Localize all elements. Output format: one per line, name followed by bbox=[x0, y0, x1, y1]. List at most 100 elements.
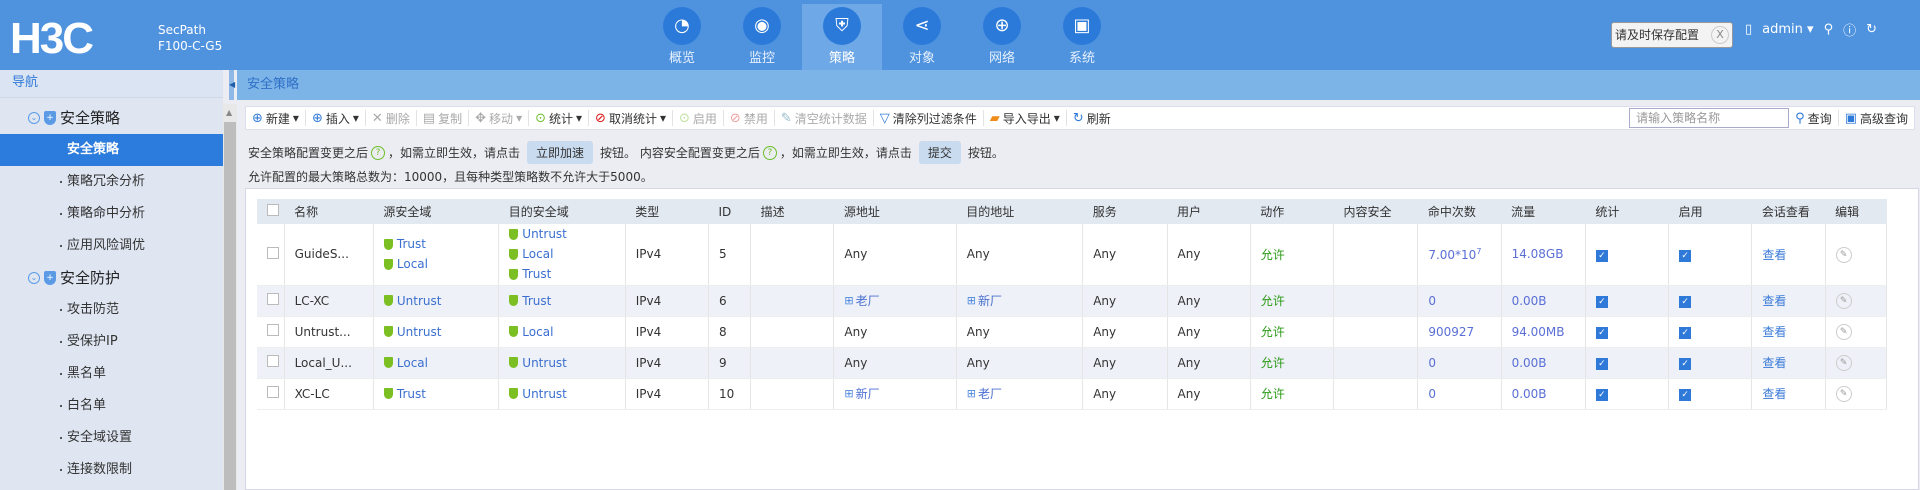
tab-3[interactable]: ⋖ 对象 bbox=[882, 4, 962, 70]
address-group-link[interactable]: ⊞ 老厂 bbox=[844, 292, 955, 309]
logout-icon[interactable]: ↻ bbox=[1866, 22, 1877, 37]
traffic-value[interactable]: 14.08GB bbox=[1512, 247, 1564, 261]
column-header[interactable] bbox=[257, 199, 285, 224]
sidebar-item[interactable]: 黑名单 bbox=[0, 358, 223, 390]
hit-count[interactable]: 7.00*10 bbox=[1428, 248, 1476, 262]
row-checkbox[interactable] bbox=[267, 386, 279, 398]
clear-filter-button[interactable]: ▽ 清除列过滤条件 bbox=[874, 110, 984, 126]
refresh-button[interactable]: ↻ 刷新 bbox=[1067, 110, 1117, 126]
table-row[interactable]: LC-XC Untrust Trust IPv4 6 ⊞ 老厂 ⊞ 新厂 Any Any 允许 0 0.0… bbox=[257, 285, 1888, 317]
import-export-button[interactable]: ▰ 导入导出 ▾ bbox=[984, 110, 1067, 126]
edit-icon[interactable]: ✎ bbox=[1835, 246, 1852, 263]
row-checkbox[interactable] bbox=[267, 355, 279, 367]
stats-checkbox[interactable]: ✓ bbox=[1595, 296, 1608, 308]
traffic-value[interactable]: 94.00MB bbox=[1512, 325, 1565, 339]
chevron-down-icon[interactable]: ⌄ bbox=[28, 272, 40, 284]
clear-stats-button[interactable]: ✎ 清空统计数据 bbox=[775, 110, 874, 126]
disable-button[interactable]: ⊘ 禁用 bbox=[724, 110, 775, 126]
zone-link[interactable]: Local bbox=[383, 254, 498, 274]
enable-button[interactable]: ⊙ 启用 bbox=[673, 110, 724, 126]
sidebar-group[interactable]: ⌄ + 安全策略 bbox=[0, 102, 223, 134]
enabled-checkbox[interactable]: ✓ bbox=[1679, 327, 1692, 339]
sidebar-item[interactable]: 白名单 bbox=[0, 390, 223, 422]
zone-link[interactable]: Untrust bbox=[509, 224, 624, 244]
row-checkbox[interactable] bbox=[267, 246, 279, 259]
help-icon[interactable]: ⓘ bbox=[1843, 20, 1856, 39]
help-icon[interactable]: ? bbox=[762, 145, 777, 160]
sidebar-group[interactable]: ⌄ + 安全防护 bbox=[0, 262, 223, 294]
policy-search-input[interactable]: 请输入策略名称 bbox=[1629, 108, 1790, 128]
edit-icon[interactable]: ✎ bbox=[1835, 324, 1852, 340]
sidebar-item[interactable]: 安全策略 bbox=[0, 134, 223, 166]
zone-link[interactable]: Trust bbox=[509, 291, 624, 311]
cancel-stats-button[interactable]: ⊘ 取消统计 ▾ bbox=[589, 110, 673, 126]
sidebar-item[interactable]: 受保护IP bbox=[0, 326, 223, 358]
select-all-checkbox[interactable] bbox=[267, 204, 279, 216]
table-row[interactable]: GuideS... Trust Local Untrust Local Trust IPv4… bbox=[257, 224, 1888, 286]
hit-count[interactable]: 0 bbox=[1428, 294, 1436, 308]
view-session-link[interactable]: 查看 bbox=[1762, 294, 1786, 308]
query-button[interactable]: ⚲ 查询 bbox=[1789, 110, 1839, 126]
tab-0[interactable]: ◔ 概览 bbox=[642, 4, 722, 70]
tab-4[interactable]: ⊕ 网络 bbox=[962, 4, 1042, 70]
sidebar-item[interactable]: 连接数限制 bbox=[0, 454, 223, 486]
sidebar-item[interactable]: 攻击防范 bbox=[0, 294, 223, 326]
zone-link[interactable]: Trust bbox=[383, 234, 498, 254]
traffic-value[interactable]: 0.00B bbox=[1512, 356, 1547, 370]
close-icon[interactable]: X bbox=[1711, 26, 1729, 44]
tab-1[interactable]: ◉ 监控 bbox=[722, 4, 802, 70]
address-group-link[interactable]: ⊞ 新厂 bbox=[967, 292, 1082, 309]
zone-link[interactable]: Trust bbox=[509, 264, 624, 284]
hit-count[interactable]: 900927 bbox=[1428, 325, 1474, 339]
zone-link[interactable]: Local bbox=[383, 353, 498, 373]
scroll-up-icon[interactable]: ▲ bbox=[226, 108, 232, 117]
sidebar-item[interactable]: 安全域设置 bbox=[0, 422, 223, 454]
enabled-checkbox[interactable]: ✓ bbox=[1679, 389, 1692, 401]
insert-button[interactable]: ⊕ 插入 ▾ bbox=[306, 110, 366, 126]
edit-icon[interactable]: ✎ bbox=[1835, 355, 1852, 371]
hit-count[interactable]: 0 bbox=[1428, 356, 1436, 370]
view-session-link[interactable]: 查看 bbox=[1762, 387, 1786, 401]
zone-link[interactable]: Local bbox=[509, 322, 624, 342]
copy-button[interactable]: ▤ 复制 bbox=[417, 110, 470, 126]
advanced-query-button[interactable]: ▣ 高级查询 bbox=[1839, 110, 1914, 126]
row-checkbox[interactable] bbox=[267, 293, 279, 305]
zone-link[interactable]: Trust bbox=[383, 384, 498, 404]
zone-link[interactable]: Untrust bbox=[383, 291, 498, 311]
stats-checkbox[interactable]: ✓ bbox=[1595, 358, 1608, 370]
stats-button[interactable]: ⊙ 统计 ▾ bbox=[529, 110, 590, 126]
user-menu[interactable]: admin ▾ bbox=[1762, 22, 1813, 37]
move-button[interactable]: ✥ 移动 ▾ bbox=[469, 110, 530, 126]
delete-button[interactable]: ✕ 删除 bbox=[366, 110, 417, 126]
address-group-link[interactable]: ⊞ 新厂 bbox=[844, 385, 955, 402]
accelerate-button[interactable]: 立即加速 bbox=[527, 141, 594, 164]
sidebar-item[interactable]: 策略冗余分析 bbox=[0, 166, 223, 198]
save-icon[interactable]: ▯ bbox=[1745, 22, 1752, 37]
address-group-link[interactable]: ⊞ 老厂 bbox=[967, 385, 1082, 402]
collapse-sidebar-icon[interactable]: ◀ bbox=[229, 70, 235, 100]
view-session-link[interactable]: 查看 bbox=[1762, 356, 1786, 370]
enabled-checkbox[interactable]: ✓ bbox=[1679, 249, 1692, 262]
search-icon[interactable]: ⚲ bbox=[1824, 22, 1834, 37]
sidebar-item[interactable]: 策略命中分析 bbox=[0, 198, 223, 230]
view-session-link[interactable]: 查看 bbox=[1762, 325, 1786, 339]
hit-count[interactable]: 0 bbox=[1428, 387, 1436, 401]
stats-checkbox[interactable]: ✓ bbox=[1595, 327, 1608, 339]
zone-link[interactable]: Untrust bbox=[509, 353, 624, 373]
zone-link[interactable]: Untrust bbox=[383, 322, 498, 342]
new-button[interactable]: ⊕ 新建 ▾ bbox=[246, 110, 306, 126]
sidebar-scrollbar[interactable]: ▲ bbox=[223, 104, 237, 490]
edit-icon[interactable]: ✎ bbox=[1835, 386, 1852, 402]
sidebar-item[interactable]: 应用风险调优 bbox=[0, 230, 223, 262]
table-row[interactable]: XC-LC Trust Untrust IPv4 10 ⊞ 新厂 ⊞ 老厂 Any Any 允许 0 0.… bbox=[257, 378, 1888, 410]
submit-button[interactable]: 提交 bbox=[918, 141, 961, 164]
row-checkbox[interactable] bbox=[267, 324, 279, 336]
tab-5[interactable]: ▣ 系统 bbox=[1042, 4, 1122, 70]
chevron-down-icon[interactable]: ⌄ bbox=[28, 112, 40, 124]
zone-link[interactable]: Local bbox=[509, 244, 624, 264]
traffic-value[interactable]: 0.00B bbox=[1512, 294, 1547, 308]
table-row[interactable]: Local_U... Local Untrust IPv4 9 Any Any Any Any 允… bbox=[257, 347, 1888, 379]
tab-2[interactable]: ⛨ 策略 bbox=[802, 4, 882, 70]
zone-link[interactable]: Untrust bbox=[509, 384, 624, 404]
stats-checkbox[interactable]: ✓ bbox=[1595, 389, 1608, 401]
